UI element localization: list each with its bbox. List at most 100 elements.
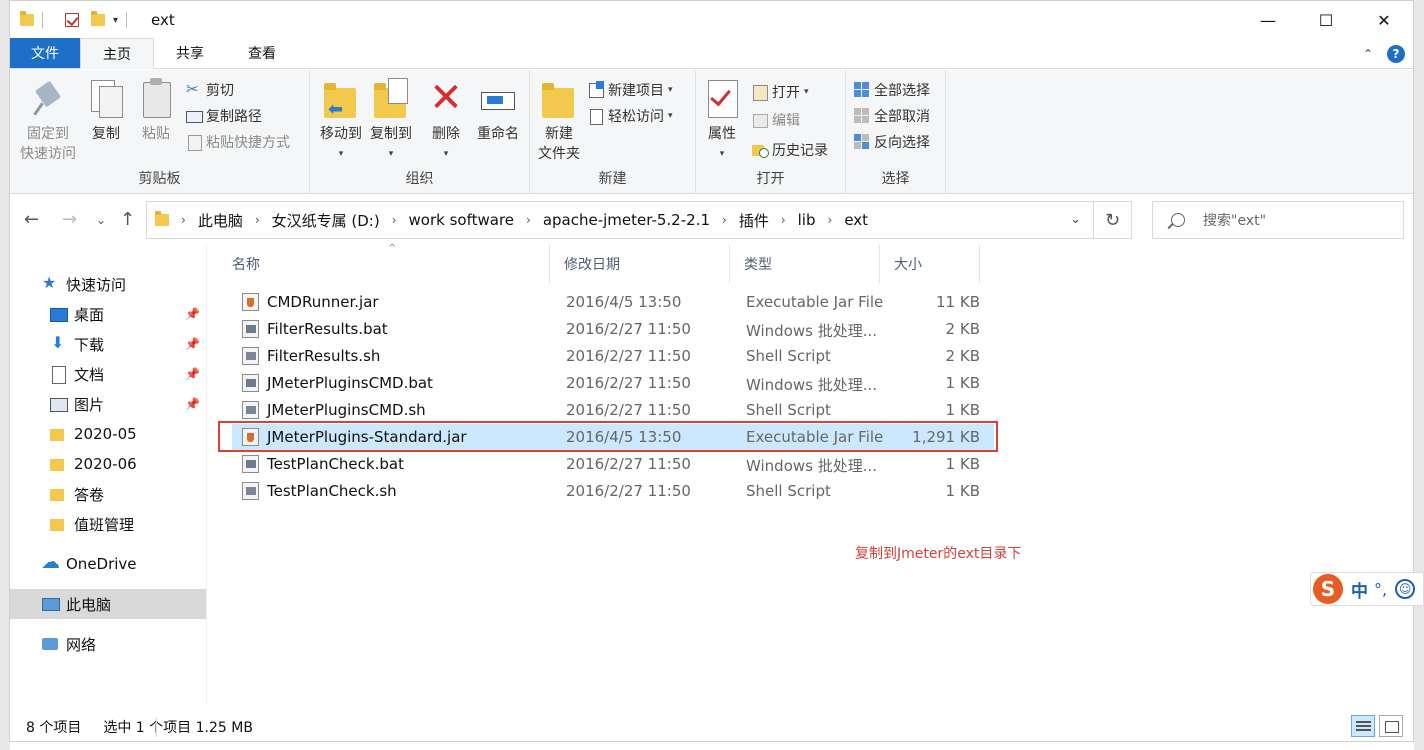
history-button[interactable]: 历史记录 bbox=[752, 140, 828, 160]
pin-icon[interactable]: 📌 bbox=[185, 367, 200, 381]
file-date: 2016/2/27 11:50 bbox=[566, 320, 691, 338]
table-row[interactable]: JMeterPluginsCMD.sh 2016/2/27 11:50 Shel… bbox=[232, 397, 994, 424]
tab-share[interactable]: 共享 bbox=[154, 38, 226, 68]
pin-icon[interactable]: 📌 bbox=[185, 307, 200, 321]
chevron-down-icon[interactable]: ⌄ bbox=[1070, 212, 1081, 227]
breadcrumb-this-pc[interactable]: 此电脑 bbox=[198, 210, 243, 231]
chevron-right-icon[interactable]: › bbox=[392, 213, 397, 227]
quick-access-dropdown-icon[interactable]: ▾ bbox=[113, 15, 118, 26]
maximize-button[interactable]: ☐ bbox=[1297, 1, 1355, 39]
paste-button[interactable]: 粘贴 bbox=[136, 78, 176, 144]
chevron-right-icon[interactable]: › bbox=[255, 213, 260, 227]
refresh-button[interactable]: ↻ bbox=[1093, 202, 1131, 238]
paste-shortcut-button[interactable]: 粘贴快捷方式 bbox=[186, 132, 290, 152]
breadcrumb-apache-jmeter[interactable]: apache-jmeter-5.2-2.1 bbox=[543, 211, 710, 229]
sidebar-item-duty-management[interactable]: 值班管理 bbox=[10, 509, 206, 539]
table-row[interactable]: TestPlanCheck.bat 2016/2/27 11:50 Window… bbox=[232, 451, 994, 478]
new-folder-button[interactable]: 新建 文件夹 bbox=[536, 78, 582, 164]
column-header-date[interactable]: 修改日期 bbox=[550, 245, 730, 283]
breadcrumb-ext[interactable]: ext bbox=[844, 211, 868, 229]
recent-locations-icon[interactable]: ⌄ bbox=[96, 213, 106, 227]
invert-selection-button[interactable]: 反向选择 bbox=[854, 132, 930, 152]
chevron-right-icon[interactable]: › bbox=[526, 213, 531, 227]
details-view-button[interactable] bbox=[1351, 715, 1375, 737]
chevron-right-icon[interactable]: › bbox=[181, 213, 186, 227]
sidebar-item-onedrive[interactable]: OneDrive bbox=[10, 549, 206, 579]
breadcrumb-work-software[interactable]: work software bbox=[409, 211, 514, 229]
copy-to-button[interactable]: 复制到 ▾ bbox=[366, 78, 416, 164]
select-none-button[interactable]: 全部取消 bbox=[854, 106, 930, 126]
sidebar-item-2020-05[interactable]: 2020-05 bbox=[10, 419, 206, 449]
back-button[interactable]: ← bbox=[24, 209, 39, 230]
ime-mode-toggle[interactable]: 中 bbox=[1351, 577, 1368, 602]
chevron-right-icon[interactable]: › bbox=[828, 213, 833, 227]
column-header-size[interactable]: 大小 bbox=[880, 245, 980, 283]
sidebar-item-desktop[interactable]: 桌面 📌 bbox=[10, 299, 206, 329]
ime-logo-icon[interactable]: S bbox=[1313, 574, 1343, 604]
address-bar[interactable]: › 此电脑 › 女汉纸专属 (D:) › work software › apa… bbox=[146, 201, 1132, 239]
column-header-name[interactable]: 名称 ^ bbox=[218, 243, 550, 283]
new-item-button[interactable]: 新建项目 ▾ bbox=[588, 80, 673, 100]
sidebar-item-2020-06[interactable]: 2020-06 bbox=[10, 449, 206, 479]
delete-button[interactable]: ✕ 删除 ▾ bbox=[426, 78, 466, 164]
file-size: 2 KB bbox=[945, 347, 980, 365]
sidebar-item-quick-access[interactable]: 快速访问 bbox=[10, 269, 206, 299]
pin-quick-access-button[interactable]: 固定到 快速访问 bbox=[16, 78, 80, 164]
properties-quick-icon[interactable] bbox=[65, 13, 79, 27]
table-row[interactable]: CMDRunner.jar 2016/4/5 13:50 Executable … bbox=[232, 289, 994, 316]
sidebar-item-label: 2020-05 bbox=[74, 425, 137, 443]
computer-icon bbox=[42, 596, 60, 612]
copy-button[interactable]: 复制 bbox=[86, 78, 126, 144]
minimize-button[interactable]: — bbox=[1239, 1, 1297, 39]
help-icon[interactable]: ? bbox=[1387, 45, 1405, 63]
move-to-button[interactable]: ⬅ 移动到 ▾ bbox=[316, 78, 366, 164]
pin-icon bbox=[31, 78, 65, 120]
large-icons-view-button[interactable] bbox=[1379, 715, 1403, 737]
easy-access-button[interactable]: 轻松访问 ▾ bbox=[588, 106, 673, 126]
sidebar-item-documents[interactable]: 文档 📌 bbox=[10, 359, 206, 389]
open-button[interactable]: 打开 ▾ bbox=[752, 82, 809, 102]
close-button[interactable]: ✕ bbox=[1355, 1, 1413, 39]
batch-file-icon bbox=[242, 455, 259, 473]
table-row[interactable]: TestPlanCheck.sh 2016/2/27 11:50 Shell S… bbox=[232, 478, 994, 505]
breadcrumb-lib[interactable]: lib bbox=[798, 211, 816, 229]
copy-path-button[interactable]: 复制路径 bbox=[186, 106, 262, 126]
tab-home[interactable]: 主页 bbox=[80, 38, 154, 69]
column-header-type[interactable]: 类型 bbox=[730, 245, 880, 283]
chevron-right-icon[interactable]: › bbox=[781, 213, 786, 227]
properties-button[interactable]: 属性 ▾ bbox=[704, 78, 740, 164]
sidebar-item-downloads[interactable]: 下载 📌 bbox=[10, 329, 206, 359]
sidebar-item-network[interactable]: 网络 bbox=[10, 629, 206, 659]
sidebar-item-pictures[interactable]: 图片 📌 bbox=[10, 389, 206, 419]
sidebar-item-this-pc[interactable]: 此电脑 bbox=[10, 589, 206, 619]
ime-punctuation-toggle[interactable]: °, bbox=[1374, 580, 1387, 599]
cut-label: 剪切 bbox=[206, 83, 234, 99]
chevron-right-icon[interactable]: › bbox=[722, 213, 727, 227]
pin-icon[interactable]: 📌 bbox=[185, 397, 200, 411]
tab-file[interactable]: 文件 bbox=[10, 38, 80, 68]
cut-button[interactable]: 剪切 bbox=[186, 80, 234, 100]
select-all-button[interactable]: 全部选择 bbox=[854, 80, 930, 100]
up-button[interactable]: ↑ bbox=[120, 209, 135, 230]
window-controls: — ☐ ✕ bbox=[1239, 1, 1413, 39]
table-row[interactable]: FilterResults.bat 2016/2/27 11:50 Window… bbox=[232, 316, 994, 343]
search-box[interactable]: 搜索"ext" bbox=[1152, 201, 1404, 239]
edit-button[interactable]: 编辑 bbox=[752, 110, 800, 130]
search-input[interactable]: 搜索"ext" bbox=[1203, 210, 1266, 230]
sidebar-item-answers[interactable]: 答卷 bbox=[10, 479, 206, 509]
forward-button[interactable]: → bbox=[62, 209, 77, 230]
rename-button[interactable]: 重命名 bbox=[472, 78, 524, 144]
table-row[interactable]: FilterResults.sh 2016/2/27 11:50 Shell S… bbox=[232, 343, 994, 370]
breadcrumb-drive-d[interactable]: 女汉纸专属 (D:) bbox=[272, 210, 380, 231]
background-window-right bbox=[1414, 0, 1424, 750]
new-folder-quick-icon[interactable] bbox=[91, 11, 105, 26]
collapse-ribbon-icon[interactable]: ⌃ bbox=[1363, 47, 1373, 61]
invert-selection-icon bbox=[854, 134, 870, 150]
breadcrumb-plugins[interactable]: 插件 bbox=[739, 210, 769, 231]
ribbon: 固定到 快速访问 复制 粘贴 剪切 复制路径 粘贴快捷方式 bbox=[10, 70, 1413, 194]
tab-view[interactable]: 查看 bbox=[226, 38, 298, 68]
table-row[interactable]: JMeterPluginsCMD.bat 2016/2/27 11:50 Win… bbox=[232, 370, 994, 397]
ime-emoji-icon[interactable]: ☺ bbox=[1395, 579, 1416, 599]
file-type: Shell Script bbox=[746, 482, 831, 500]
pin-icon[interactable]: 📌 bbox=[185, 337, 200, 351]
